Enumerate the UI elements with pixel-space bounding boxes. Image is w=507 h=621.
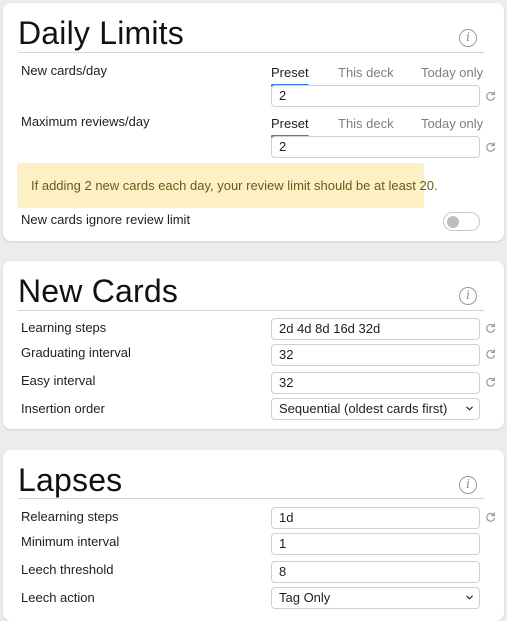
reset-arrow-icon[interactable] bbox=[485, 377, 496, 388]
learning-steps-input[interactable]: 2d 4d 8d 16d 32d bbox=[271, 318, 480, 340]
new-cards-title: New Cards bbox=[18, 273, 179, 309]
leech-action-select[interactable]: Tag Only bbox=[271, 587, 480, 609]
minimum-interval-input[interactable]: 1 bbox=[271, 533, 480, 555]
info-icon[interactable]: i bbox=[459, 476, 477, 494]
title-divider bbox=[18, 498, 484, 499]
minimum-interval-label: Minimum interval bbox=[21, 534, 120, 549]
insertion-order-select[interactable]: Sequential (oldest cards first) bbox=[271, 398, 480, 420]
new-cards-per-day-label: New cards/day bbox=[21, 63, 107, 78]
reset-arrow-icon[interactable] bbox=[485, 349, 496, 360]
leech-action-value: Tag Only bbox=[279, 590, 331, 605]
new-cards-ignore-review-limit-label: New cards ignore review limit bbox=[21, 212, 191, 227]
tab-today-only[interactable]: Today only bbox=[421, 116, 483, 131]
tab-this-deck[interactable]: This deck bbox=[338, 116, 394, 131]
maximum-reviews-per-day-label: Maximum reviews/day bbox=[21, 114, 150, 129]
ignore-review-limit-toggle[interactable] bbox=[443, 212, 480, 231]
easy-interval-label: Easy interval bbox=[21, 373, 96, 388]
info-icon[interactable]: i bbox=[459, 287, 477, 305]
easy-interval-input[interactable]: 32 bbox=[271, 372, 480, 394]
reset-arrow-icon[interactable] bbox=[485, 512, 496, 523]
tab-today-only[interactable]: Today only bbox=[421, 65, 483, 80]
new-cards-section: New Cards i Learning steps 2d 4d 8d 16d … bbox=[3, 261, 504, 429]
tab-preset[interactable]: Preset bbox=[271, 116, 309, 138]
chevron-down-icon bbox=[466, 595, 473, 600]
chevron-down-icon bbox=[466, 406, 473, 411]
lapses-section: Lapses i Relearning steps 1d Minimum int… bbox=[3, 450, 504, 621]
daily-limits-section: Daily Limits i New cards/day Preset This… bbox=[3, 3, 504, 241]
title-divider bbox=[18, 52, 484, 53]
title-divider bbox=[18, 310, 484, 311]
tab-this-deck[interactable]: This deck bbox=[338, 65, 394, 80]
reset-arrow-icon[interactable] bbox=[485, 142, 496, 153]
leech-threshold-input[interactable]: 8 bbox=[271, 561, 480, 583]
relearning-steps-input[interactable]: 1d bbox=[271, 507, 480, 529]
review-limit-warning: If adding 2 new cards each day, your rev… bbox=[17, 163, 438, 208]
graduating-interval-label: Graduating interval bbox=[21, 345, 131, 360]
info-icon[interactable]: i bbox=[459, 29, 477, 47]
leech-action-label: Leech action bbox=[21, 590, 95, 605]
new-cards-limit-tabs: Preset This deck Today only bbox=[271, 65, 483, 87]
tab-preset[interactable]: Preset bbox=[271, 65, 309, 87]
toggle-knob bbox=[447, 216, 459, 228]
learning-steps-label: Learning steps bbox=[21, 320, 107, 335]
new-cards-per-day-input[interactable]: 2 bbox=[271, 85, 480, 107]
reset-arrow-icon[interactable] bbox=[485, 323, 496, 334]
daily-limits-title: Daily Limits bbox=[18, 15, 184, 51]
relearning-steps-label: Relearning steps bbox=[21, 509, 119, 524]
graduating-interval-input[interactable]: 32 bbox=[271, 344, 480, 366]
leech-threshold-label: Leech threshold bbox=[21, 562, 114, 577]
maximum-reviews-per-day-input[interactable]: 2 bbox=[271, 136, 480, 158]
reset-arrow-icon[interactable] bbox=[485, 91, 496, 102]
insertion-order-label: Insertion order bbox=[21, 401, 105, 416]
insertion-order-value: Sequential (oldest cards first) bbox=[279, 401, 448, 416]
review-limit-tabs: Preset This deck Today only bbox=[271, 116, 483, 138]
lapses-title: Lapses bbox=[18, 462, 123, 498]
